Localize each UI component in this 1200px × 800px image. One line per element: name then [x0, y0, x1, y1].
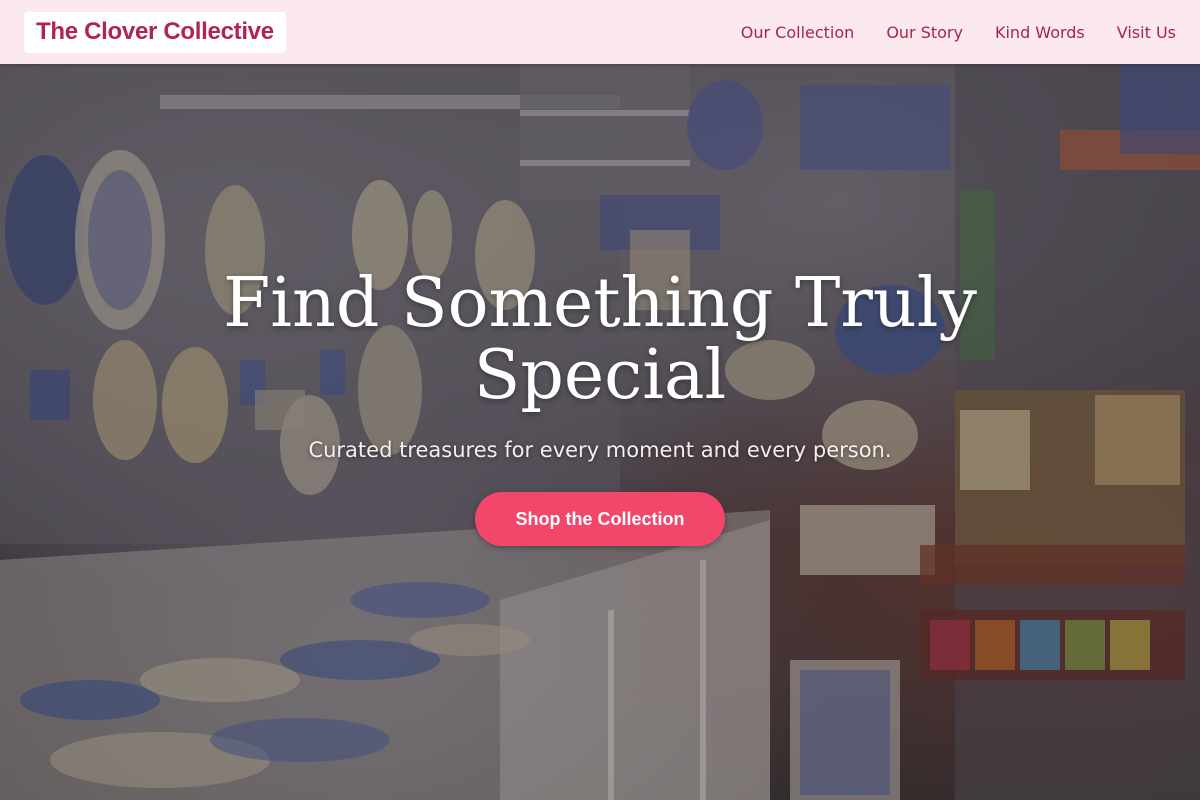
hero-subtitle: Curated treasures for every moment and e…	[308, 438, 892, 462]
main-nav: Our Collection Our Story Kind Words Visi…	[741, 23, 1176, 42]
landing-page: The Clover Collective Our Collection Our…	[0, 0, 1200, 800]
shop-collection-button[interactable]: Shop the Collection	[475, 492, 725, 546]
hero-title: Find Something Truly Special	[223, 264, 977, 415]
nav-link-kind-words[interactable]: Kind Words	[995, 23, 1085, 42]
nav-link-our-collection[interactable]: Our Collection	[741, 23, 855, 42]
nav-link-our-story[interactable]: Our Story	[886, 23, 963, 42]
nav-link-visit-us[interactable]: Visit Us	[1117, 23, 1176, 42]
site-header: The Clover Collective Our Collection Our…	[0, 0, 1200, 64]
hero-content: Find Something Truly Special Curated tre…	[0, 268, 1200, 546]
brand-logo[interactable]: The Clover Collective	[24, 11, 286, 53]
